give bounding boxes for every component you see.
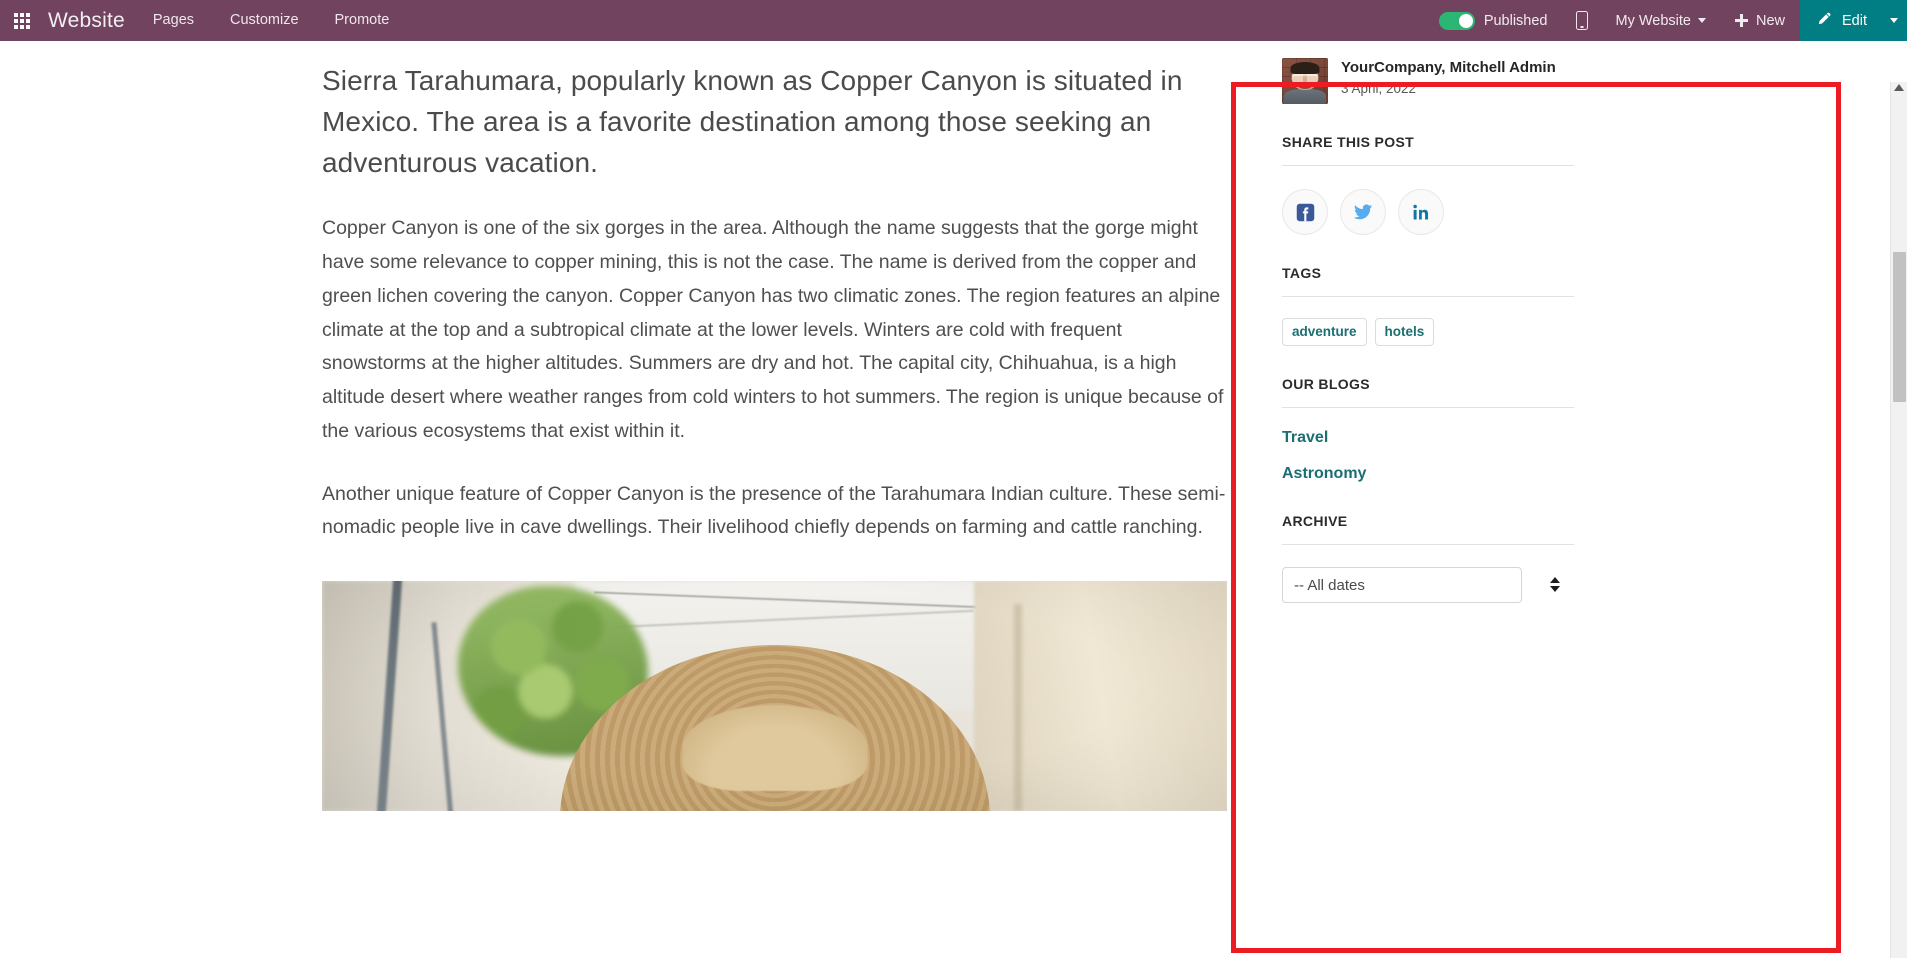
chevron-down-icon (1890, 18, 1898, 23)
share-section: SHARE THIS POST (1282, 134, 1574, 235)
author-meta: YourCompany, Mitchell Admin 3 April, 202… (1341, 58, 1556, 96)
avatar (1282, 58, 1328, 104)
edit-button-label: Edit (1842, 12, 1867, 29)
twitter-icon[interactable] (1340, 189, 1386, 235)
plus-icon (1734, 14, 1748, 27)
tags-list: adventure hotels (1282, 318, 1574, 347)
archive-section: ARCHIVE -- All dates (1282, 513, 1574, 604)
nav-item-promote[interactable]: Promote (317, 0, 408, 41)
new-button-label: New (1755, 12, 1785, 29)
phone-glyph (1575, 11, 1588, 30)
post-date: 3 April, 2022 (1341, 80, 1417, 96)
new-button[interactable]: New (1720, 0, 1800, 41)
divider (1282, 296, 1574, 297)
scrollbar-thumb[interactable] (1893, 252, 1906, 402)
grid-glyph (14, 12, 30, 29)
article-photo (322, 581, 1227, 812)
facebook-icon[interactable] (1282, 189, 1328, 235)
nav-item-pages[interactable]: Pages (135, 0, 212, 41)
divider (1282, 544, 1574, 546)
tag-adventure[interactable]: adventure (1282, 318, 1367, 347)
share-icon-list (1282, 189, 1574, 235)
archive-section-title: ARCHIVE (1282, 513, 1348, 530)
website-selector-dropdown[interactable]: My Website (1602, 0, 1720, 41)
blog-article: Sierra Tarahumara, popularly known as Co… (322, 41, 1227, 812)
archive-select-wrapper: -- All dates (1282, 567, 1574, 604)
tag-hotels[interactable]: hotels (1374, 318, 1435, 347)
author-name: YourCompany, Mitchell Admin (1341, 59, 1556, 76)
photo-scene (322, 581, 1227, 812)
blogs-list: Travel Astronomy (1282, 429, 1574, 483)
navbar-left-group: Website Pages Customize Promote (0, 0, 407, 41)
blog-link-astronomy[interactable]: Astronomy (1282, 465, 1574, 483)
tags-section: TAGS adventure hotels (1282, 265, 1574, 347)
publish-toggle[interactable]: Published (1425, 0, 1562, 41)
divider (1282, 165, 1574, 166)
publish-switch-track[interactable] (1438, 11, 1475, 30)
divider (1282, 407, 1574, 409)
edit-button[interactable]: Edit (1800, 0, 1881, 41)
publish-switch-knob (1458, 13, 1473, 28)
top-navbar: Website Pages Customize Promote Publishe… (0, 0, 1907, 41)
navbar-right-group: Published My Website New Edit (1425, 0, 1907, 41)
nav-item-customize[interactable]: Customize (212, 0, 317, 41)
blogs-section-title: OUR BLOGS (1282, 376, 1370, 393)
blog-link-travel[interactable]: Travel (1282, 429, 1574, 447)
scroll-up-arrow-icon[interactable] (1894, 84, 1904, 91)
linkedin-icon[interactable] (1398, 189, 1444, 235)
article-lead-paragraph: Sierra Tarahumara, popularly known as Co… (322, 65, 1183, 179)
page-scrollbar[interactable] (1890, 82, 1907, 958)
article-paragraph-2: Another unique feature of Copper Canyon … (322, 482, 1226, 539)
apps-grid-icon[interactable] (0, 0, 44, 41)
select-stepper-icon (1550, 577, 1560, 593)
website-selector-label: My Website (1615, 12, 1691, 29)
edit-dropdown-toggle[interactable] (1881, 0, 1907, 41)
chevron-down-icon (1697, 18, 1706, 23)
app-brand-title[interactable]: Website (44, 9, 135, 33)
article-paragraph-1: Copper Canyon is one of the six gorges i… (322, 217, 1224, 442)
author-block: YourCompany, Mitchell Admin 3 April, 202… (1282, 41, 1574, 104)
publish-status-label: Published (1483, 12, 1548, 29)
mobile-phone-icon[interactable] (1562, 0, 1602, 41)
tags-section-title: TAGS (1282, 265, 1322, 281)
archive-date-select[interactable]: -- All dates (1282, 567, 1522, 604)
blogs-section: OUR BLOGS Travel Astronomy (1282, 376, 1574, 483)
share-section-title: SHARE THIS POST (1282, 134, 1415, 150)
page-content-area: Sierra Tarahumara, popularly known as Co… (0, 41, 1907, 958)
pencil-icon (1816, 10, 1833, 31)
blog-sidebar: YourCompany, Mitchell Admin 3 April, 202… (1282, 41, 1574, 604)
